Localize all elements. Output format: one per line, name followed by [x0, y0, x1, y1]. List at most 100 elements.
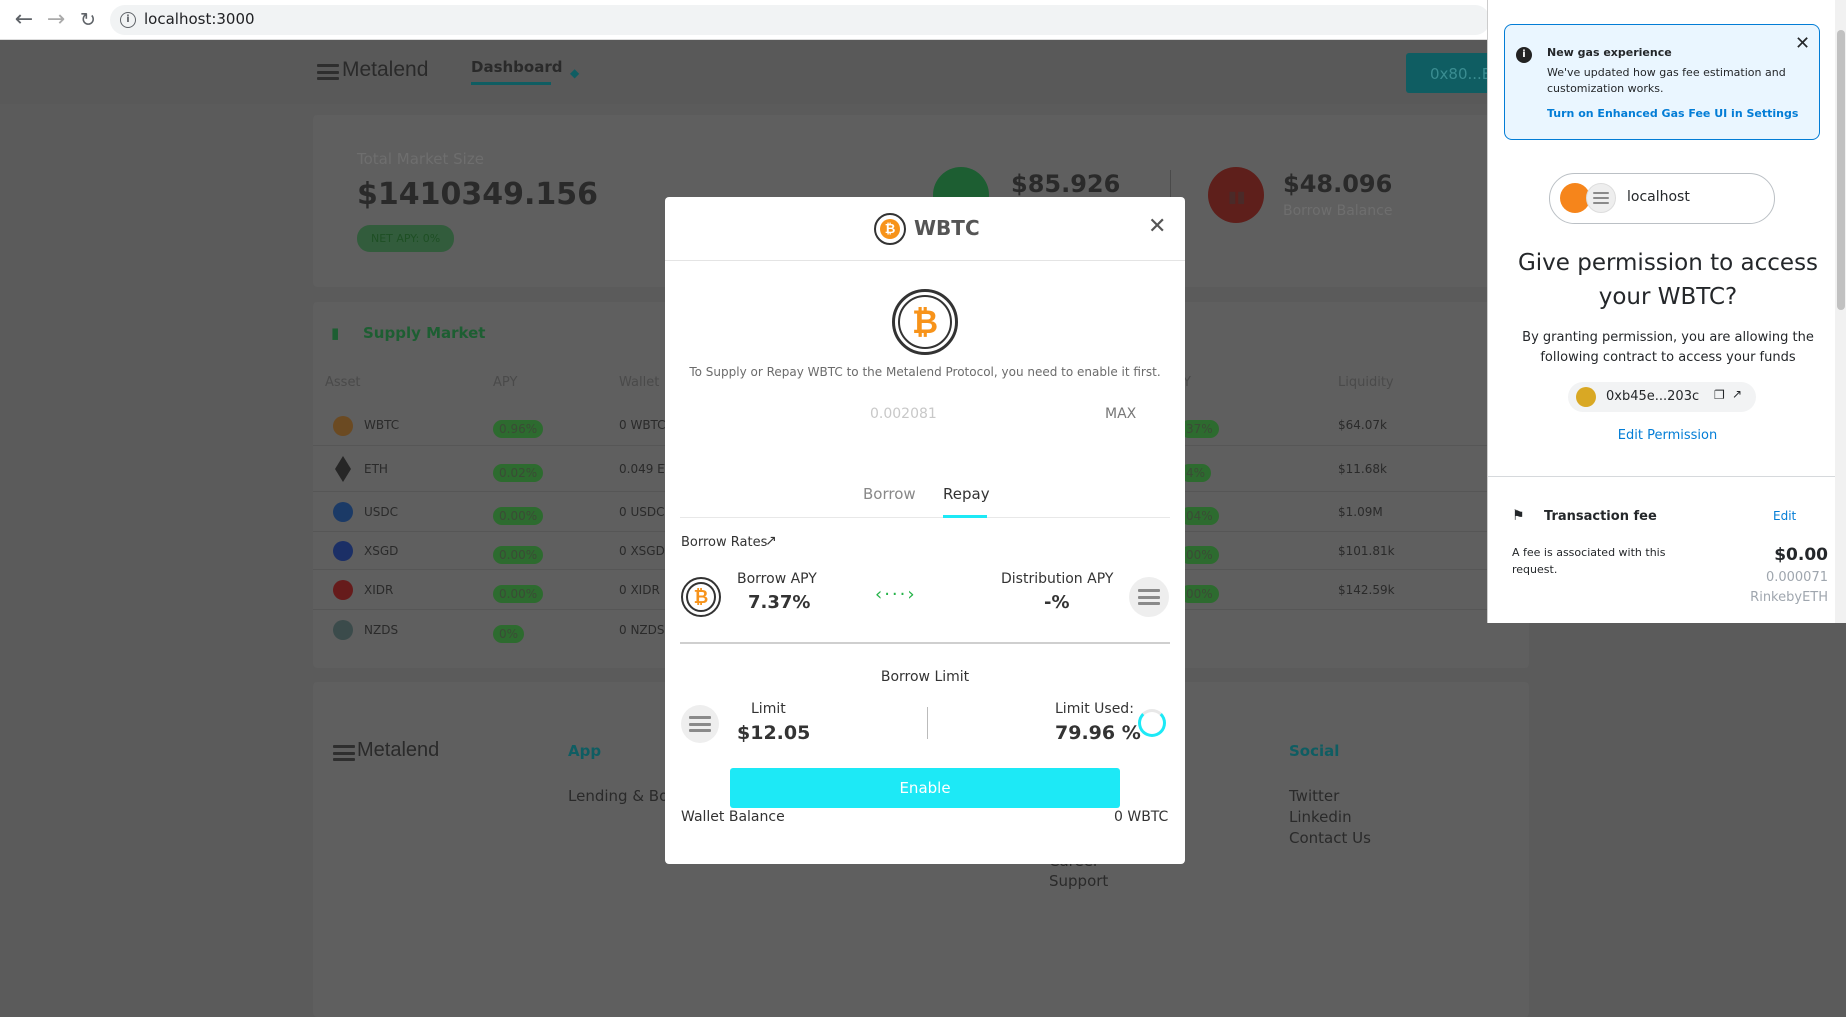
metalend-token-icon [1129, 577, 1169, 617]
info-icon: i [1516, 47, 1532, 63]
nav-dashboard[interactable]: Dashboard [471, 58, 562, 76]
site-icon [1586, 183, 1616, 213]
liquidity-value: $142.59k [1338, 583, 1395, 597]
wbtc-title-icon: ₿ [874, 213, 906, 245]
asset-name: USDC [364, 505, 399, 519]
wallet-balance-label: Wallet Balance [681, 809, 785, 825]
site-info-icon[interactable]: i [120, 12, 136, 28]
max-button[interactable]: MAX [1105, 406, 1136, 422]
col-wallet: Wallet [619, 375, 660, 390]
notice-close-icon[interactable]: ✕ [1795, 33, 1810, 54]
footer-support-link[interactable]: Support [1049, 872, 1108, 890]
active-tab-indicator [943, 515, 987, 518]
borrow-apy-label: Borrow APY [737, 571, 817, 587]
right-apy-badge: 00% [1180, 583, 1219, 603]
apy-badge: 0.96% [493, 418, 544, 438]
mm-scrollbar[interactable] [1835, 0, 1846, 623]
nzds-icon [333, 620, 353, 640]
borrow-rates-label: Borrow Rates [681, 535, 768, 550]
external-link-icon[interactable]: ↗ [765, 533, 777, 549]
footer-logo-icon [333, 745, 355, 761]
total-market-label: Total Market Size [357, 150, 484, 168]
contract-identicon [1576, 387, 1596, 407]
borrow-chart-icon: ▮▮ [1208, 167, 1264, 223]
edit-permission-link[interactable]: Edit Permission [1488, 428, 1846, 443]
limit-icon [681, 705, 719, 743]
copy-icon[interactable]: ❐ [1714, 388, 1725, 402]
borrow-balance-label: Borrow Balance [1283, 203, 1393, 219]
supply-market-icon: ▮ [331, 324, 340, 342]
wallet-value: 0 NZDS [619, 623, 665, 637]
mm-scrollbar-thumb[interactable] [1837, 30, 1845, 310]
liquidity-value: $11.68k [1338, 462, 1387, 476]
wallet-button[interactable]: 0x80...Ea [1406, 53, 1500, 93]
footer-logo-text[interactable]: Metalend [357, 739, 439, 762]
fee-title: Transaction fee [1544, 509, 1657, 524]
limit-value: $12.05 [737, 722, 811, 744]
liquidity-value: $1.09M [1338, 505, 1383, 519]
col-liquidity: Liquidity [1338, 375, 1394, 390]
enable-button[interactable]: Enable [730, 768, 1120, 808]
limit-used-label: Limit Used: [1055, 701, 1134, 717]
network-diamond-icon: ◆ [570, 66, 580, 80]
forward-icon[interactable]: → [44, 8, 68, 32]
liquidity-value: $101.81k [1338, 544, 1395, 558]
wallet-value: 0 XSGD [619, 544, 665, 558]
footer-twitter-link[interactable]: Twitter [1289, 787, 1339, 805]
footer-linkedin-link[interactable]: Linkedin [1289, 808, 1352, 826]
apy-badge: 0.02% [493, 462, 544, 482]
tab-divider [680, 517, 1170, 518]
apy-arrows-icon: ‹···› [875, 584, 917, 605]
permission-heading: Give permission to access your WBTC? [1517, 250, 1819, 310]
logo-text[interactable]: Metalend [342, 58, 428, 82]
wallet-value: 0 USDC [619, 505, 665, 519]
notice-settings-link[interactable]: Turn on Enhanced Gas Fee UI in Settings [1547, 107, 1798, 120]
supply-market-title: Supply Market [363, 324, 486, 342]
limit-used-ring-icon [1138, 709, 1166, 737]
tag-icon: ⚑ [1512, 508, 1525, 524]
supply-balance-value: $85.926 [1011, 170, 1121, 198]
xidr-icon [333, 580, 353, 600]
right-apy-badge: 00% [1180, 544, 1219, 564]
back-icon[interactable]: ← [12, 8, 36, 32]
apy-badge: 0.00% [493, 583, 544, 603]
footer-contact-link[interactable]: Contact Us [1289, 829, 1371, 847]
reload-icon[interactable]: ↻ [76, 8, 100, 32]
address-bar[interactable]: i localhost:3000 [110, 5, 1490, 35]
col-asset: Asset [325, 375, 361, 390]
wbtc-large-icon: ₿ [892, 289, 958, 355]
total-market-value: $1410349.156 [357, 177, 599, 212]
liquidity-value: $64.07k [1338, 418, 1387, 432]
borrow-apy-value: 7.37% [748, 592, 811, 613]
borrow-balance-value: $48.096 [1283, 170, 1393, 198]
asset-name: WBTC [364, 418, 400, 432]
wbtc-icon [333, 416, 353, 436]
amount-placeholder: 0.002081 [870, 406, 937, 422]
metalend-logo-icon [317, 64, 339, 80]
eth-icon [335, 456, 351, 482]
tab-repay[interactable]: Repay [943, 485, 990, 503]
tab-borrow[interactable]: Borrow [863, 485, 916, 503]
fee-edit-link[interactable]: Edit [1773, 509, 1796, 523]
nav-underline [471, 82, 551, 85]
fee-eth: 0.000071 [1765, 570, 1828, 585]
close-icon[interactable]: ✕ [1148, 214, 1166, 239]
col-apy: APY [493, 375, 518, 390]
limit-label: Limit [751, 701, 786, 717]
open-external-icon[interactable]: ↗ [1732, 387, 1742, 401]
amount-input[interactable]: 0.002081 [830, 403, 1060, 427]
limit-used-value: 79.96 % [1055, 722, 1141, 744]
apy-badge: 0.00% [493, 544, 544, 564]
contract-address: 0xb45e...203c [1606, 389, 1700, 404]
metamask-popup: i New gas experience We've updated how g… [1487, 0, 1846, 623]
borrow-limit-title: Borrow Limit [880, 669, 970, 685]
fee-usd: $0.00 [1774, 545, 1828, 565]
distribution-apy-value: -% [1044, 592, 1070, 613]
section-divider [680, 642, 1170, 644]
footer-app-link[interactable]: Lending & Bor [568, 787, 674, 805]
borrow-apy-icon: ₿ [681, 577, 721, 617]
usdc-icon [333, 502, 353, 522]
wallet-value: 0 WBTC [619, 418, 666, 432]
distribution-apy-label: Distribution APY [1001, 571, 1114, 587]
mm-divider [1488, 476, 1846, 477]
